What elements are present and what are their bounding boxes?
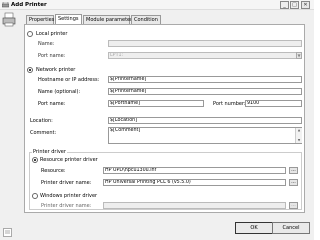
hostname-label: Hostname or IP address: — [38, 77, 100, 83]
network-port-field[interactable]: $[Portname] — [108, 100, 204, 107]
comment-label: Comment: — [30, 130, 57, 136]
comment-field[interactable]: $[Comment] — [108, 127, 302, 144]
local-printer-radio[interactable] — [27, 31, 33, 37]
local-name-field[interactable] — [108, 40, 302, 47]
tab-properties[interactable]: Properties — [26, 15, 54, 24]
local-port-select[interactable]: LPT1: — [108, 52, 302, 59]
hostname-field[interactable]: $[Printername] — [108, 76, 302, 83]
resource-driver-label: Resource printer driver — [40, 157, 98, 163]
chevron-down-icon[interactable]: ▼ — [296, 52, 302, 59]
local-name-label: Name: — [38, 41, 55, 47]
network-printer-radio[interactable] — [27, 67, 33, 73]
close-button[interactable]: ✕ — [301, 1, 310, 9]
ok-button[interactable]: OK — [235, 222, 273, 234]
title-bar — [0, 0, 314, 10]
cancel-button[interactable]: Cancel — [272, 222, 310, 234]
resource-driver-radio[interactable] — [32, 157, 38, 163]
local-printer-label: Local printer — [36, 31, 68, 37]
resize-grip-icon — [3, 228, 12, 237]
window-title: Add Printer — [11, 2, 47, 8]
network-name-field[interactable]: $[Printername] — [108, 88, 302, 95]
printer-app-icon — [2, 2, 9, 8]
maximize-button[interactable]: □ — [290, 1, 299, 9]
resource-browse-button[interactable]: ... — [289, 167, 298, 174]
scroll-down-icon[interactable]: ▼ — [296, 138, 302, 143]
port-number-field[interactable]: 9100 — [245, 100, 302, 107]
printer-driver-group-label: Printer driver — [32, 149, 67, 155]
win-driver-browse-button[interactable]: ... — [289, 202, 298, 209]
scroll-up-icon[interactable]: ▲ — [296, 128, 302, 133]
tab-condition[interactable]: Condition — [131, 15, 161, 24]
network-port-label: Port name: — [38, 101, 66, 107]
win-driver-name-field[interactable] — [103, 202, 286, 209]
local-port-label: Port name: — [38, 53, 66, 59]
location-label: Location: — [30, 118, 53, 124]
network-printer-label: Network printer — [36, 67, 76, 73]
location-field[interactable]: $[Location] — [108, 117, 302, 124]
minimize-button[interactable]: _ — [280, 1, 289, 9]
driver-name-label: Printer driver name: — [41, 180, 92, 186]
windows-driver-radio[interactable] — [32, 193, 38, 199]
driver-name-field[interactable]: HP Universal Printing PCL 6 (v5.5.0) — [103, 179, 286, 186]
resource-label: Resource: — [41, 168, 66, 174]
network-name-label: Name (optional): — [38, 89, 81, 95]
win-driver-name-label: Printer driver name: — [41, 203, 92, 209]
port-number-label: Port number: — [213, 101, 246, 107]
tab-module-parameters[interactable]: Module parameters — [83, 15, 135, 24]
driver-name-browse-button[interactable]: ... — [289, 179, 298, 186]
windows-driver-label: Windows printer driver — [40, 193, 98, 199]
resource-field[interactable]: HP UPD\hpcu130u.inf — [103, 167, 286, 174]
printer-icon — [2, 12, 16, 27]
